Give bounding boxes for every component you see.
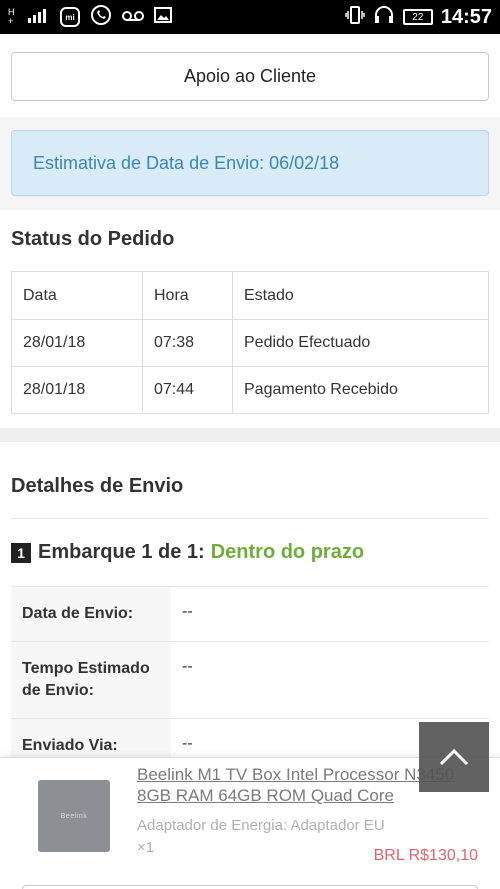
column-header-date: Data	[11, 271, 143, 320]
table-row: 28/01/18 07:44 Pagamento Recebido	[11, 366, 489, 414]
order-status-title: Status do Pedido	[11, 228, 175, 250]
table-row: 28/01/18 07:38 Pedido Efectuado	[11, 319, 489, 367]
battery-icon: 22	[402, 9, 433, 25]
status-bar: H + mi 22 14:57	[0, 0, 500, 34]
product-option: Adaptador de Energia: Adaptador EU	[137, 817, 385, 834]
table-header-row: Data Hora Estado	[11, 271, 489, 320]
product-price: BRL R$130,10	[373, 847, 478, 864]
shipment-number-badge: 1	[11, 542, 31, 563]
whatsapp-icon	[90, 4, 112, 31]
row-state: Pedido Efectuado	[232, 319, 489, 367]
shipping-details-title: Detalhes de Envio	[11, 442, 489, 519]
image-icon	[154, 6, 172, 28]
customer-support-button[interactable]: Apoio ao Cliente	[11, 52, 489, 101]
shipping-details-table: Data de Envio: -- Tempo Estimado de Envi…	[11, 586, 489, 762]
product-quantity: ×1	[137, 839, 155, 856]
order-status-table: Data Hora Estado 28/01/18 07:38 Pedido E…	[11, 271, 489, 414]
table-row: Enviado Via: --	[11, 718, 489, 762]
shipping-estimate-alert: Estimativa de Data de Envio: 06/02/18	[11, 130, 489, 196]
row-state: Pagamento Recebido	[232, 366, 489, 414]
vibrate-icon	[345, 5, 365, 30]
row-date: 28/01/18	[11, 319, 143, 367]
next-card-edge	[22, 885, 478, 889]
product-logo: Beelink	[60, 812, 88, 820]
shipment-status: Dentro do prazo	[210, 541, 365, 563]
shipment-label: Embarque 1 de 1:	[38, 541, 205, 563]
row-time: 07:44	[142, 366, 233, 414]
column-header-state: Estado	[232, 271, 489, 320]
clock: 14:57	[440, 5, 492, 28]
detail-label: Data de Envio:	[11, 586, 171, 642]
detail-value: --	[171, 641, 489, 719]
shipment-heading: 1 Embarque 1 de 1: Dentro do prazo	[11, 519, 489, 586]
chevron-up-icon	[439, 748, 469, 766]
estimate-section: Estimativa de Data de Envio: 06/02/18	[0, 117, 500, 210]
section-divider	[0, 428, 500, 442]
row-time: 07:38	[142, 319, 233, 367]
detail-value: --	[171, 586, 489, 642]
table-row: Data de Envio: --	[11, 586, 489, 642]
table-row: Tempo Estimado de Envio: --	[11, 641, 489, 719]
signal-icon	[28, 7, 50, 28]
mi-icon: mi	[60, 7, 80, 27]
network-type-indicator: H +	[8, 7, 15, 26]
detail-label: Tempo Estimado de Envio:	[11, 641, 171, 719]
column-header-time: Hora	[142, 271, 233, 320]
product-thumbnail[interactable]: Beelink	[38, 780, 110, 852]
row-date: 28/01/18	[11, 366, 143, 414]
detail-label: Enviado Via:	[11, 718, 171, 762]
shipping-details-section: Detalhes de Envio 1 Embarque 1 de 1: Den…	[0, 442, 500, 762]
support-section: Apoio ao Cliente	[0, 34, 500, 117]
voicemail-icon	[122, 7, 144, 28]
scroll-to-top-button[interactable]	[419, 722, 489, 792]
order-status-section: Status do Pedido Data Hora Estado 28/01/…	[0, 210, 500, 428]
headset-icon	[373, 5, 395, 30]
